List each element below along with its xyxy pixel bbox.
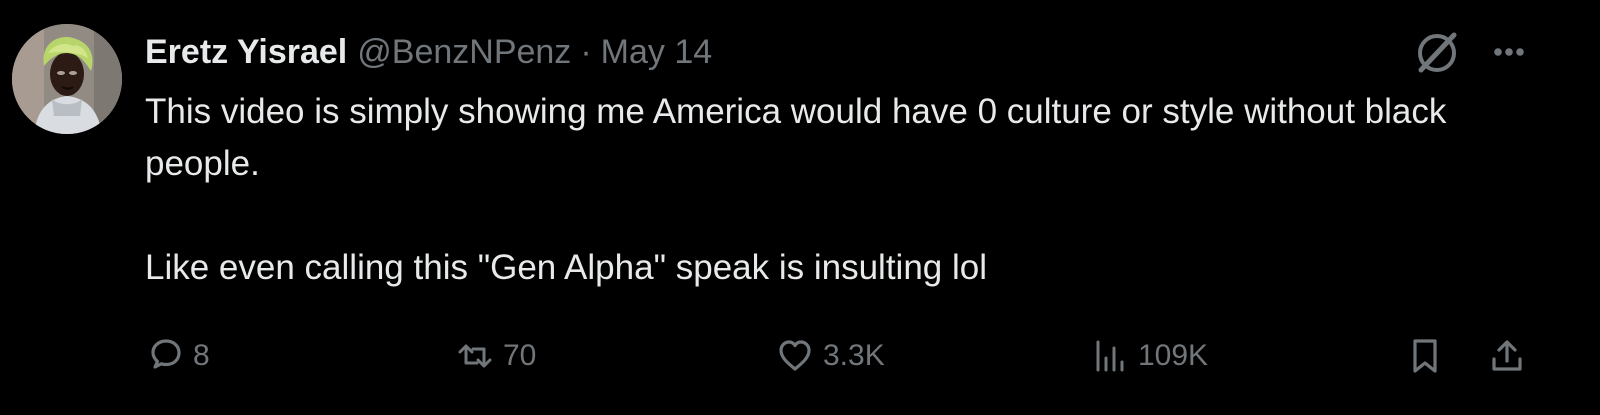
tweet-text: This video is simply showing me America … (145, 86, 1465, 294)
tweet-header: Eretz Yisrael @BenzNPenz · May 14 (145, 30, 712, 74)
retweet-count: 70 (503, 339, 537, 372)
more-icon[interactable] (1484, 30, 1534, 74)
avatar-image (12, 24, 122, 134)
tweet-paragraph: Like even calling this "Gen Alpha" speak… (145, 248, 987, 287)
bookmark-icon (1413, 339, 1437, 373)
retweet-icon (458, 344, 492, 368)
tweet-actions: 8 70 3.3K 109K (0, 330, 1600, 382)
bookmark-button[interactable] (1405, 330, 1445, 382)
separator-dot: · (580, 33, 592, 71)
views-button[interactable]: 109K (1090, 330, 1208, 382)
tweet-date[interactable]: May 14 (601, 30, 713, 74)
reply-icon (151, 339, 181, 369)
author-display-name[interactable]: Eretz Yisrael (145, 30, 347, 74)
reply-button[interactable]: 8 (145, 330, 210, 382)
tweet[interactable]: Eretz Yisrael @BenzNPenz · May 14 This v… (0, 0, 1600, 415)
retweet-button[interactable]: 70 (455, 330, 536, 382)
reply-count: 8 (193, 339, 210, 372)
like-button[interactable]: 3.3K (775, 330, 885, 382)
author-handle[interactable]: @BenzNPenz (357, 30, 571, 74)
views-icon (1096, 340, 1124, 372)
share-button[interactable] (1487, 330, 1527, 382)
views-count: 109K (1138, 339, 1209, 372)
tweet-paragraph: This video is simply showing me America … (145, 92, 1447, 183)
heart-icon (779, 340, 811, 371)
like-count: 3.3K (823, 339, 885, 372)
grok-icon[interactable] (1410, 26, 1464, 80)
share-icon (1492, 340, 1522, 371)
avatar[interactable] (12, 24, 122, 134)
